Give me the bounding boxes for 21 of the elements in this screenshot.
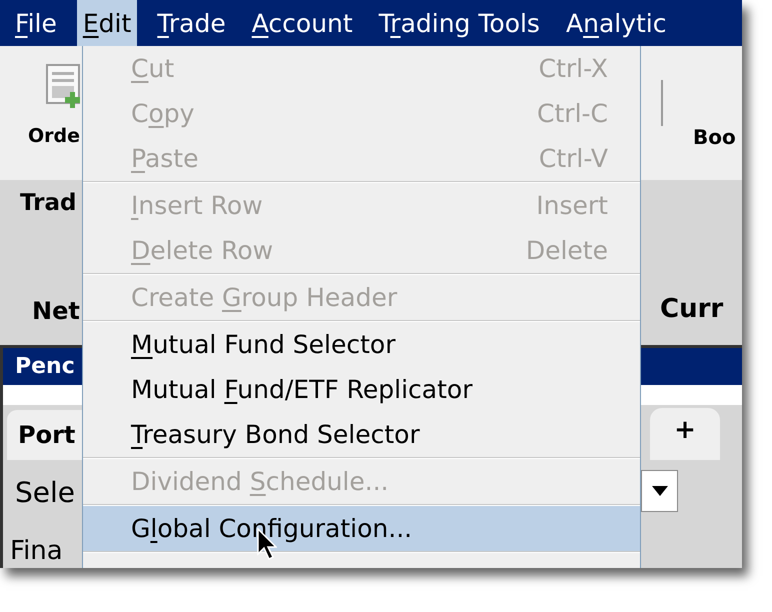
menu-item[interactable]: Analytic bbox=[560, 0, 672, 46]
field-label: Fina bbox=[10, 538, 63, 564]
dropdown-field[interactable] bbox=[641, 470, 678, 512]
menu-item[interactable]: Mutual Fund Selector bbox=[83, 322, 640, 367]
menu-item[interactable]: Edit bbox=[76, 0, 138, 46]
document-icon bbox=[46, 64, 80, 108]
panel-label: Trad bbox=[20, 189, 76, 218]
field-label: Sele bbox=[15, 475, 76, 511]
menu-item[interactable]: File bbox=[9, 0, 63, 46]
toolbar-label: Boo bbox=[693, 124, 736, 151]
add-tab[interactable]: + bbox=[650, 408, 720, 460]
menu-item[interactable]: Mutual Fund/ETF Replicator bbox=[83, 367, 640, 412]
menu-item[interactable]: Account bbox=[246, 0, 359, 46]
dropdown-arrow-icon bbox=[652, 486, 668, 496]
menu-item[interactable]: Global Configuration... bbox=[83, 506, 640, 551]
menu-item[interactable]: Trade bbox=[151, 0, 232, 46]
field-label: Curr bbox=[660, 293, 724, 326]
menu-item[interactable]: Trading Tools bbox=[372, 0, 546, 46]
pane-title: Penc bbox=[15, 353, 75, 381]
toolbar-label: Orde bbox=[28, 124, 80, 149]
field-label: Net bbox=[32, 296, 80, 327]
